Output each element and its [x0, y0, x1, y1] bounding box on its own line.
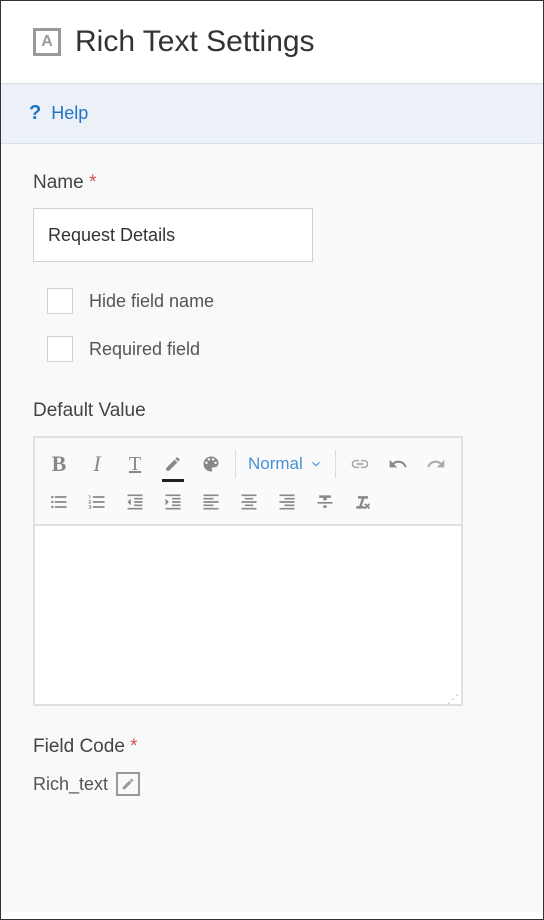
toolbar-separator	[235, 450, 236, 478]
link-button[interactable]	[344, 448, 376, 480]
bullet-list-button[interactable]	[43, 486, 75, 518]
toolbar-separator	[335, 450, 336, 478]
resize-handle-icon[interactable]: ⋰	[447, 696, 459, 702]
align-center-button[interactable]	[233, 486, 265, 518]
outdent-button[interactable]	[119, 486, 151, 518]
editor-toolbar: B I T Normal	[33, 436, 463, 526]
bold-button[interactable]: B	[43, 448, 75, 480]
italic-button[interactable]: I	[81, 448, 113, 480]
field-code-row: Rich_text	[33, 772, 511, 796]
editor-textarea[interactable]: ⋰	[33, 526, 463, 706]
font-size-dropdown[interactable]: Normal	[244, 448, 327, 480]
text-color-button[interactable]	[157, 448, 189, 480]
indent-button[interactable]	[157, 486, 189, 518]
hide-field-name-row: Hide field name	[47, 288, 511, 314]
hide-field-name-checkbox[interactable]	[47, 288, 73, 314]
required-field-checkbox[interactable]	[47, 336, 73, 362]
edit-field-code-button[interactable]	[116, 772, 140, 796]
required-field-label: Required field	[89, 339, 200, 360]
redo-button[interactable]	[420, 448, 452, 480]
help-label: Help	[51, 103, 88, 124]
page-title: Rich Text Settings	[75, 25, 315, 59]
required-field-row: Required field	[47, 336, 511, 362]
chevron-down-icon	[309, 457, 323, 471]
rich-text-icon: A	[33, 28, 61, 56]
field-code-value: Rich_text	[33, 774, 108, 795]
align-right-button[interactable]	[271, 486, 303, 518]
clear-format-button[interactable]	[347, 486, 379, 518]
underline-button[interactable]: T	[119, 448, 151, 480]
palette-button[interactable]	[195, 448, 227, 480]
name-label: Name *	[33, 172, 511, 194]
default-value-label: Default Value	[33, 400, 511, 422]
field-code-label: Field Code *	[33, 736, 511, 758]
align-left-button[interactable]	[195, 486, 227, 518]
hide-field-name-label: Hide field name	[89, 291, 214, 312]
numbered-list-button[interactable]	[81, 486, 113, 518]
help-icon: ?	[29, 102, 41, 125]
header: A Rich Text Settings	[1, 1, 543, 83]
strikethrough-button[interactable]	[309, 486, 341, 518]
name-input[interactable]	[33, 208, 313, 262]
required-asterisk: *	[130, 736, 137, 757]
undo-button[interactable]	[382, 448, 414, 480]
required-asterisk: *	[89, 172, 96, 193]
help-bar[interactable]: ? Help	[1, 83, 543, 144]
content-area: Name * Hide field name Required field De…	[1, 144, 543, 912]
